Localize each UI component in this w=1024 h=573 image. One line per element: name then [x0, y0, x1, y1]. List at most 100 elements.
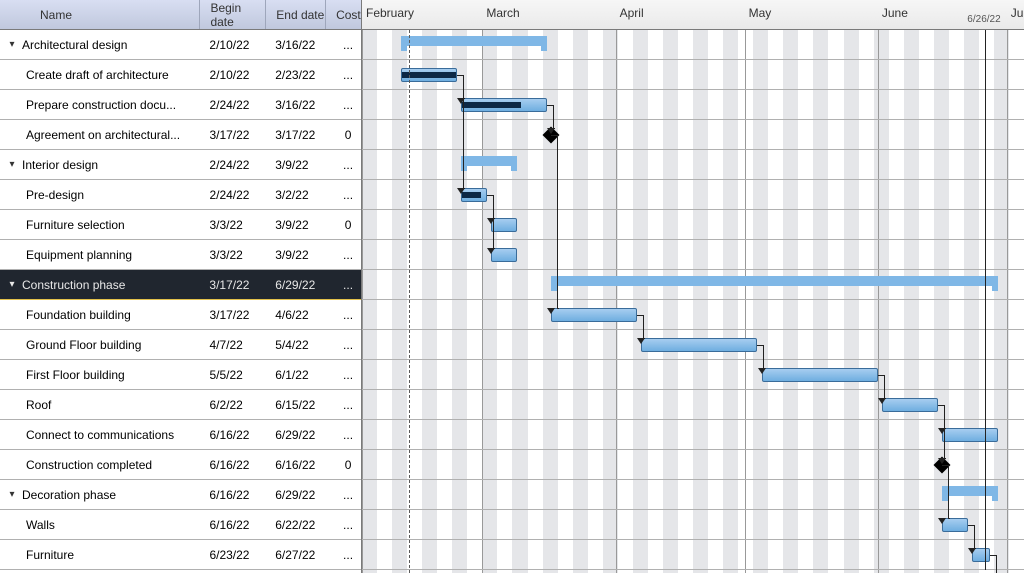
task-cost: ... [325, 278, 361, 292]
task-begin: 2/24/22 [199, 158, 265, 172]
task-end: 6/29/22 [265, 488, 325, 502]
task-begin: 6/23/22 [199, 548, 265, 562]
task-begin: 2/24/22 [199, 98, 265, 112]
task-begin: 6/16/22 [199, 458, 265, 472]
task-end: 4/6/22 [265, 308, 325, 322]
table-row[interactable]: ▾ Construction phase 3/17/226/29/22... [0, 270, 361, 300]
task-cost: ... [325, 548, 361, 562]
gantt-task-bar[interactable] [551, 308, 637, 322]
gantt-summary-bar[interactable] [461, 156, 517, 166]
task-begin: 2/24/22 [199, 188, 265, 202]
gantt-summary-bar[interactable] [551, 276, 998, 286]
table-row[interactable]: Foundation building3/17/224/6/22... [0, 300, 361, 330]
month-label: February [366, 6, 414, 20]
task-cost: 0 [325, 128, 361, 142]
task-cost: ... [325, 518, 361, 532]
table-row[interactable]: Walls 6/16/226/22/22... [0, 510, 361, 540]
task-name: Equipment planning [26, 248, 132, 262]
task-name: Construction phase [22, 278, 125, 292]
task-end: 6/29/22 [265, 278, 325, 292]
table-row[interactable]: Create draft of architecture2/10/222/23/… [0, 60, 361, 90]
table-row[interactable]: Pre-design2/24/223/2/22... [0, 180, 361, 210]
task-begin: 6/16/22 [199, 428, 265, 442]
table-row[interactable]: Roof6/2/226/15/22... [0, 390, 361, 420]
deadline-marker-label: 6/26/22 [967, 14, 1000, 25]
task-cost: ... [325, 38, 361, 52]
task-name: Roof [26, 398, 51, 412]
gantt-task-bar[interactable] [641, 338, 757, 352]
task-cost: ... [325, 368, 361, 382]
task-begin: 3/17/22 [199, 128, 265, 142]
task-cost: ... [325, 428, 361, 442]
task-end: 3/16/22 [265, 38, 325, 52]
table-row[interactable]: Prepare construction docu...2/24/223/16/… [0, 90, 361, 120]
task-end: 3/17/22 [265, 128, 325, 142]
task-name: Ground Floor building [26, 338, 141, 352]
month-label: July [1011, 6, 1024, 20]
table-row[interactable]: Agreement on architectural... 3/17/223/17… [0, 120, 361, 150]
gantt-task-bar[interactable] [461, 98, 547, 112]
task-end: 6/27/22 [265, 548, 325, 562]
table-row[interactable]: Equipment planning 3/3/223/9/22... [0, 240, 361, 270]
task-name: Prepare construction docu... [26, 98, 176, 112]
task-end: 3/9/22 [265, 158, 325, 172]
task-begin: 6/16/22 [199, 488, 265, 502]
table-row[interactable]: ▾ Interior design 2/24/223/9/22... [0, 150, 361, 180]
timeline-header: FebruaryMarchAprilMayJuneJuly6/26/22 [362, 0, 1024, 30]
task-end: 5/4/22 [265, 338, 325, 352]
gantt-task-bar[interactable] [882, 398, 938, 412]
chevron-down-icon[interactable]: ▾ [6, 39, 18, 51]
task-end: 6/29/22 [265, 428, 325, 442]
col-end[interactable]: End date [265, 0, 325, 29]
task-cost: ... [325, 248, 361, 262]
table-row[interactable]: Furniture 6/23/226/27/22... [0, 540, 361, 570]
task-begin: 3/3/22 [199, 248, 265, 262]
month-label: May [749, 6, 772, 20]
col-cost[interactable]: Cost [325, 0, 361, 29]
task-cost: 0 [325, 458, 361, 472]
table-row[interactable]: Furniture selection3/3/223/9/220 [0, 210, 361, 240]
task-cost: 0 [325, 218, 361, 232]
task-name: Walls [26, 518, 55, 532]
task-table: Name Begin date End date Cost ▾Architect… [0, 0, 362, 573]
task-name: Construction completed [26, 458, 152, 472]
month-label: March [486, 6, 519, 20]
month-label: April [620, 6, 644, 20]
task-name: Interior design [22, 158, 98, 172]
task-begin: 3/3/22 [199, 218, 265, 232]
task-begin: 3/17/22 [199, 278, 265, 292]
task-cost: ... [325, 398, 361, 412]
task-cost: ... [325, 338, 361, 352]
task-end: 6/22/22 [265, 518, 325, 532]
task-cost: ... [325, 308, 361, 322]
task-begin: 2/10/22 [199, 68, 265, 82]
task-name: Pre-design [26, 188, 84, 202]
task-begin: 2/10/22 [199, 38, 265, 52]
task-name: Furniture [26, 548, 74, 562]
col-name[interactable]: Name [0, 0, 199, 29]
task-end: 3/9/22 [265, 248, 325, 262]
table-row[interactable]: ▾Decoration phase6/16/226/29/22... [0, 480, 361, 510]
gantt-task-bar[interactable] [942, 428, 998, 442]
table-row[interactable]: Construction completed6/16/226/16/220 [0, 450, 361, 480]
task-begin: 3/17/22 [199, 308, 265, 322]
task-name: First Floor building [26, 368, 125, 382]
task-name: Agreement on architectural... [26, 128, 180, 142]
gantt-task-bar[interactable] [762, 368, 878, 382]
task-name: Connect to communications [26, 428, 174, 442]
chevron-down-icon[interactable]: ▾ [6, 279, 18, 291]
chevron-down-icon[interactable]: ▾ [6, 489, 18, 501]
task-begin: 6/16/22 [199, 518, 265, 532]
table-row[interactable]: ▾Architectural design2/10/223/16/22... [0, 30, 361, 60]
table-header: Name Begin date End date Cost [0, 0, 361, 30]
task-cost: ... [325, 188, 361, 202]
gantt-summary-bar[interactable] [401, 36, 547, 46]
col-begin[interactable]: Begin date [199, 0, 265, 29]
table-row[interactable]: Connect to communications 6/16/226/29/22.… [0, 420, 361, 450]
gantt-summary-bar[interactable] [942, 486, 998, 496]
gantt-chart[interactable]: FebruaryMarchAprilMayJuneJuly6/26/22 [362, 0, 1024, 573]
table-row[interactable]: First Floor building5/5/226/1/22... [0, 360, 361, 390]
chevron-down-icon[interactable]: ▾ [6, 159, 18, 171]
task-cost: ... [325, 158, 361, 172]
table-row[interactable]: Ground Floor building4/7/225/4/22... [0, 330, 361, 360]
